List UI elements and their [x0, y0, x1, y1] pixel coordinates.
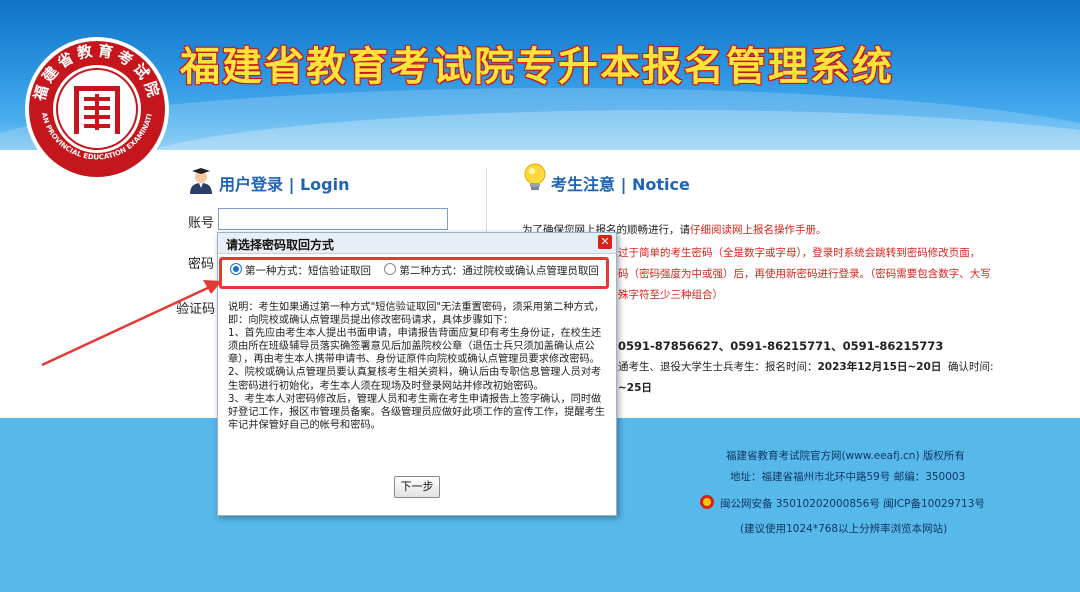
next-step-button[interactable]: 下一步	[394, 476, 440, 498]
desc-paragraph: 3、考生本人对密码修改后，管理人员和考生需在考生申请报告上签字确认，同时做好登记…	[228, 393, 605, 431]
highlight-box	[219, 257, 609, 289]
notice-line-6c: 确认时间:	[948, 361, 994, 373]
password-label: 密码	[188, 257, 215, 272]
notice-line-3: 码（密码强度为中或强）后，再使用新密码进行登录。（密码需要包含数字、大写	[618, 268, 991, 280]
system-title: 福建省教育考试院专升本报名管理系统	[180, 44, 894, 90]
desc-paragraph: 说明：考生如果通过第一种方式"短信验证取回"无法重置密码，须采用第二种方式，即：…	[228, 302, 605, 327]
manual-link[interactable]: 仔细阅读网上报名操作手册。	[690, 224, 827, 236]
captcha-label: 验证码	[176, 302, 216, 317]
dialog-title: 请选择密码取回方式	[226, 238, 335, 252]
notice-reg-date: 2023年12月15日~20日	[817, 361, 942, 373]
close-icon[interactable]: ✕	[598, 235, 612, 249]
user-icon	[190, 168, 212, 194]
notice-title: 考生注意 | Notice	[551, 175, 690, 194]
login-title: 用户登录 | Login	[219, 175, 350, 194]
dialog-description: 说明：考生如果通过第一种方式"短信验证取回"无法重置密码，须采用第二种方式，即：…	[228, 301, 606, 432]
notice-line-4: 殊字符至少三种组合）	[618, 289, 723, 301]
notice-line-7: ~25日	[618, 382, 652, 394]
footer-copyright: 福建省教育考试院官方网(www.eeafj.cn) 版权所有	[726, 450, 965, 462]
notice-line-6a: 通考生、退役大学生士兵考生：报名时间：	[618, 361, 818, 373]
dialog-header: 请选择密码取回方式 ✕	[218, 233, 616, 254]
footer-address: 地址：福建省福州市北环中路59号 邮编：350003	[730, 471, 966, 483]
notice-line-6: 通考生、退役大学生士兵考生：报名时间：2023年12月15日~20日 确认时间:	[618, 359, 994, 374]
desc-paragraph: 2、院校或确认点管理员要认真复核考生相关资料，确认后由专职信息管理人员对考生密码…	[228, 367, 602, 392]
notice-line-2: 过于简单的考生密码（全是数字或字母），登录时系统会跳转到密码修改页面，	[618, 247, 981, 259]
police-badge-icon	[700, 495, 714, 509]
exam-authority-logo: 福建省教育考试院 FUJIAN PROVINCIAL EDUCATION EXA…	[22, 34, 169, 181]
account-input[interactable]	[218, 208, 448, 230]
lightbulb-icon	[524, 163, 546, 190]
notice-phones: 0591-87856627、0591-86215771、0591-8621577…	[618, 339, 944, 353]
footer-icp[interactable]: 闽公网安备 35010202000856号 闽ICP备10029713号	[720, 496, 985, 511]
footer-resolution-note: (建议使用1024*768以上分辨率浏览本网站)	[740, 523, 948, 535]
account-label: 账号	[188, 216, 215, 231]
desc-paragraph: 1、首先应由考生本人提出书面申请，申请报告背面应复印有考生身份证，在校生还须由所…	[228, 328, 602, 366]
